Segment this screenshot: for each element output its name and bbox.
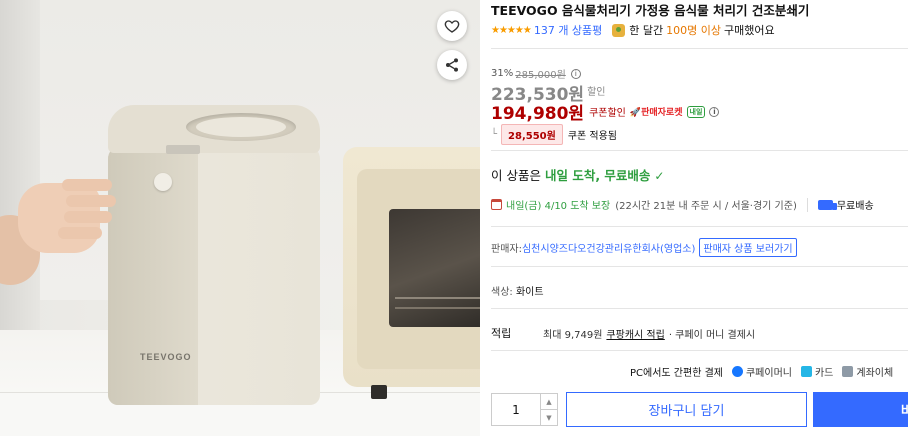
toaster-oven	[343, 147, 480, 399]
arrival-note: (22시간 21분 내 주문 시 / 서울·경기 기준)	[615, 201, 797, 212]
hand	[0, 175, 118, 285]
hand-finger	[62, 179, 112, 191]
coupon-price: 194,980원	[491, 104, 585, 124]
quantity-up-button[interactable]: ▲	[541, 394, 557, 410]
shopping-bag-icon	[612, 23, 626, 37]
seller-row: 판매자: 심천시양즈다오건강관리유한회사(영업소) 판매자 상품 보러가기	[491, 238, 797, 257]
payment-coupay-money[interactable]: 쿠페이머니	[731, 364, 792, 379]
info-icon[interactable]: i	[570, 68, 581, 79]
heart-icon	[444, 20, 460, 33]
add-to-cart-button[interactable]: 장바구니 담기	[566, 392, 807, 427]
buy-now-button[interactable]: 바	[813, 392, 908, 427]
coupon-applied-text: 쿠폰 적용됨	[567, 131, 618, 142]
color-label: 색상:	[491, 287, 513, 298]
payment-method-label: 카드	[814, 368, 834, 379]
divider	[491, 150, 908, 151]
bank-icon	[842, 366, 854, 377]
divider	[491, 350, 908, 351]
delivery-headline: 이 상품은 내일 도착, 무료배송 ✓	[491, 165, 664, 184]
vertical-separator	[806, 197, 808, 212]
delivery-head-green: 내일 도착, 무료배송	[544, 168, 651, 183]
wishlist-button[interactable]	[437, 11, 467, 41]
check-icon: ✓	[654, 169, 665, 183]
coupon-bracket: └	[491, 129, 498, 140]
hand-finger	[64, 211, 112, 223]
product-info-panel: TEEVOGO 음식물처리기 가정용 음식물 처리기 건조분쇄기 ★★★★★ 1…	[480, 0, 908, 436]
payment-row: PC에서도 간편한 결제 쿠페이머니 카드 계좌이체	[630, 364, 893, 379]
discount-row: 31% 285,000원 i	[491, 66, 581, 81]
food-processor-device: TEEVOGO	[108, 105, 320, 405]
purchase-text-post: 구매했어요	[724, 24, 775, 37]
coupay-icon	[731, 366, 743, 377]
seller-products-button[interactable]: 판매자 상품 보러가기	[699, 238, 797, 257]
payment-method-label: 쿠페이머니	[745, 368, 792, 379]
divider	[491, 226, 908, 227]
quantity-input[interactable]: 1	[492, 394, 540, 425]
original-price: 285,000원	[515, 70, 566, 81]
payment-method-label: 계좌이체	[856, 368, 894, 379]
quantity-arrows: ▲ ▼	[540, 394, 557, 425]
earn-row: 적립 최대 9,749원 쿠팡캐시 적립 · 쿠페이 머니 결제시	[491, 325, 755, 341]
hand-finger	[66, 195, 116, 207]
hand-finger	[58, 227, 102, 239]
device-display	[166, 145, 200, 154]
device-lid-inner	[196, 117, 286, 137]
product-image[interactable]: TEEVOGO	[0, 0, 480, 436]
rating-row: ★★★★★ 137 개 상품평 한 달간 100명 이상 구매했어요	[491, 22, 775, 38]
earn-title: 적립	[491, 327, 512, 340]
share-button[interactable]	[437, 50, 467, 80]
quantity-stepper[interactable]: 1 ▲ ▼	[491, 393, 558, 426]
payment-card[interactable]: 카드	[800, 364, 834, 379]
oven-rack	[395, 307, 480, 309]
earn-suffix: · 쿠페이 머니 결제시	[668, 329, 756, 341]
share-icon	[446, 58, 458, 72]
payment-bank-transfer[interactable]: 계좌이체	[842, 364, 893, 379]
divider	[491, 308, 908, 309]
coupon-row: └ 28,550원 쿠폰 적용됨	[491, 124, 617, 145]
seller-label: 판매자:	[491, 244, 522, 255]
arrival-date: 내일(금) 4/10 도착 보장	[506, 201, 611, 212]
product-title: TEEVOGO 음식물처리기 가정용 음식물 처리기 건조분쇄기	[491, 3, 810, 18]
delivery-head-pre: 이 상품은	[491, 168, 541, 183]
earn-amount: 최대 9,749원	[543, 329, 603, 341]
coupon-price-row: 194,980원 쿠폰할인 🚀판매자로켓 내일 i	[491, 99, 720, 124]
coupon-amount-badge: 28,550원	[501, 124, 563, 145]
info-icon[interactable]: i	[709, 106, 720, 117]
device-knob	[154, 173, 172, 191]
calendar-icon	[491, 199, 502, 210]
discount-percent: 31%	[491, 68, 514, 79]
card-icon	[800, 366, 812, 377]
divider	[491, 48, 908, 49]
free-shipping-label: 무료배송	[836, 201, 874, 212]
payment-label: PC에서도 간편한 결제	[630, 368, 723, 379]
review-count-link[interactable]: 137 개 상품평	[534, 22, 602, 38]
divider	[491, 266, 908, 267]
arrival-row: 내일(금) 4/10 도착 보장 (22시간 21분 내 주문 시 / 서울·경…	[491, 197, 874, 212]
purchase-text-pre: 한 달간	[629, 24, 664, 37]
coupon-price-label: 쿠폰할인	[589, 108, 626, 119]
truck-icon	[817, 199, 837, 210]
coupang-cash-link[interactable]: 쿠팡캐시 적립	[606, 326, 664, 341]
rating-stars: ★★★★★	[491, 24, 532, 36]
color-option-row[interactable]: 색상: 화이트	[491, 283, 544, 298]
device-side	[108, 145, 198, 405]
sale-price-label: 할인	[587, 87, 606, 98]
oven-rack	[395, 297, 480, 299]
rocket-seller-badge: 🚀판매자로켓	[629, 108, 683, 118]
tomorrow-badge: 내일	[686, 105, 706, 118]
purchase-count: 100명 이상	[666, 24, 722, 37]
quantity-down-button[interactable]: ▼	[541, 410, 557, 425]
oven-glass	[389, 209, 480, 327]
seller-name-link[interactable]: 심천시양즈다오건강관리유한회사(영업소)	[522, 240, 695, 255]
device-brand-text: TEEVOGO	[140, 352, 192, 362]
color-value: 화이트	[515, 287, 544, 298]
oven-foot	[371, 385, 387, 399]
